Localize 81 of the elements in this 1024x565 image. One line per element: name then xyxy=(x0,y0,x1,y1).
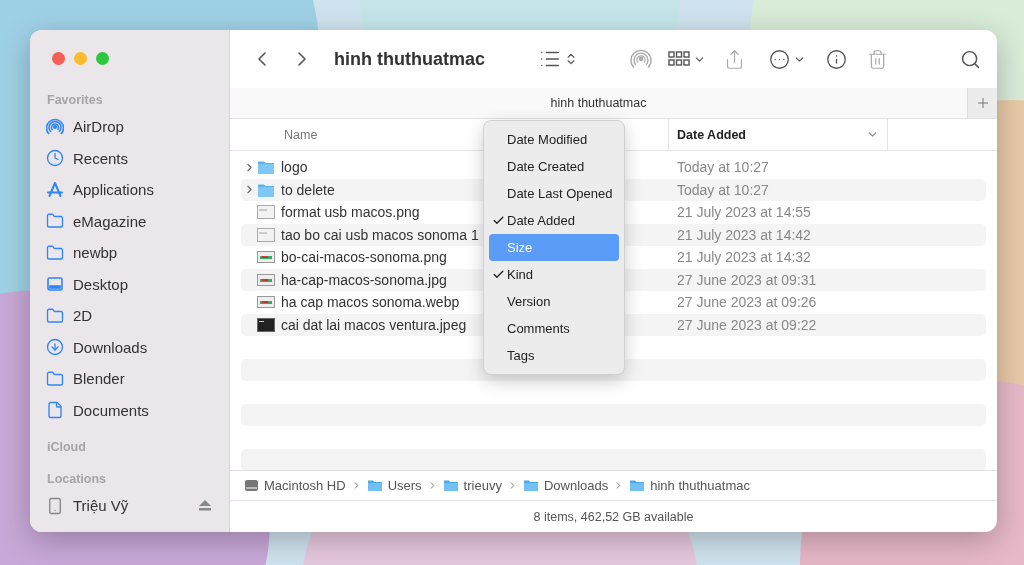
path-item[interactable]: hinh thuthuatmac xyxy=(629,478,750,493)
file-name: tao bo cai usb macos sonoma 1 xyxy=(281,226,479,243)
menu-item[interactable]: Date Added xyxy=(489,207,619,234)
path-item[interactable]: Downloads xyxy=(522,478,609,493)
date-added-cell: 21 July 2023 at 14:32 xyxy=(677,249,811,266)
desktop-icon xyxy=(46,275,64,294)
folder-icon xyxy=(366,479,383,492)
status-bar: 8 items, 462,52 GB available xyxy=(230,500,997,532)
menu-item[interactable]: Date Last Opened xyxy=(489,180,619,207)
date-added-cell: 21 July 2023 at 14:42 xyxy=(677,226,811,243)
folder-icon xyxy=(46,369,64,388)
sidebar-item[interactable]: 2D xyxy=(46,300,219,332)
share-button[interactable] xyxy=(724,48,745,70)
menu-item[interactable]: Tags xyxy=(489,342,619,369)
airdrop-icon xyxy=(46,117,64,136)
file-name: bo-cai-macos-sonoma.png xyxy=(281,249,447,266)
sidebar-item[interactable]: Documents xyxy=(46,394,219,426)
sidebar-item[interactable]: Downloads xyxy=(46,331,219,363)
check-icon xyxy=(492,214,505,227)
trash-button[interactable] xyxy=(867,48,888,70)
document-icon xyxy=(46,401,64,420)
eject-icon[interactable] xyxy=(199,500,211,512)
image-thumbnail-icon xyxy=(257,296,275,309)
path-item[interactable]: trieuvy xyxy=(442,478,502,493)
menu-item[interactable]: Comments xyxy=(489,315,619,342)
image-thumbnail-icon xyxy=(257,251,275,264)
terminal-thumbnail-icon xyxy=(257,317,275,332)
close-button[interactable] xyxy=(52,52,65,65)
search-button[interactable] xyxy=(960,48,981,70)
group-button[interactable] xyxy=(668,50,706,68)
menu-item[interactable]: Kind xyxy=(489,261,619,288)
sidebar-item[interactable]: AirDrop xyxy=(46,111,219,143)
column-header[interactable]: Name xyxy=(284,127,318,142)
file-name: cai dat lai macos ventura.jpeg xyxy=(281,316,467,333)
file-name: logo xyxy=(281,159,308,176)
date-added-cell: 27 June 2023 at 09:31 xyxy=(677,271,817,288)
menu-item[interactable]: Version xyxy=(489,288,619,315)
clock-icon xyxy=(46,149,64,168)
airdrop-button[interactable] xyxy=(630,48,652,70)
file-thumbnail-icon xyxy=(257,205,275,220)
sidebar-section-title: Favorites xyxy=(47,93,104,107)
sidebar-item[interactable]: newbp xyxy=(46,237,219,269)
date-added-cell: 27 June 2023 at 09:22 xyxy=(677,316,817,333)
sidebar-item[interactable]: eMagazine xyxy=(46,205,219,237)
sidebar-section-title: Locations xyxy=(47,472,108,486)
file-name: ha-cap-macos-sonoma.jpg xyxy=(281,271,447,288)
folder-icon xyxy=(522,479,539,492)
applications-icon xyxy=(46,180,64,199)
phone-icon xyxy=(46,496,64,515)
sidebar-section-title: iCloud xyxy=(47,440,87,454)
ellipsis-icon xyxy=(769,48,790,70)
check-icon xyxy=(492,268,505,281)
date-added-cell: 21 July 2023 at 14:55 xyxy=(677,204,811,221)
folder-icon xyxy=(257,159,275,176)
file-name: to delete xyxy=(281,181,335,198)
menu-item[interactable]: Date Modified xyxy=(489,126,619,153)
column-header[interactable]: Date Added xyxy=(668,119,888,150)
sidebar-item[interactable]: Applications xyxy=(46,174,219,206)
folder-icon xyxy=(442,479,459,492)
sidebar-item[interactable]: Triệu Vỹ xyxy=(46,490,219,522)
file-thumbnail-icon xyxy=(257,227,275,242)
date-added-cell: Today at 10:27 xyxy=(677,181,769,198)
download-icon xyxy=(46,338,64,357)
folder-icon xyxy=(46,306,64,325)
folder-icon xyxy=(46,212,64,231)
path-item[interactable]: Macintosh HD xyxy=(244,478,346,493)
more-button[interactable] xyxy=(769,48,806,70)
menu-item[interactable]: Date Created xyxy=(489,153,619,180)
date-added-cell: Today at 10:27 xyxy=(677,159,769,176)
folder-icon xyxy=(46,243,64,262)
sidebar-item[interactable]: Desktop xyxy=(46,268,219,300)
date-added-cell: 27 June 2023 at 09:26 xyxy=(677,294,817,311)
file-name: format usb macos.png xyxy=(281,204,420,221)
sidebar-item[interactable]: Blender xyxy=(46,363,219,395)
sidebar-item[interactable]: Recents xyxy=(46,142,219,174)
path-item[interactable]: Users xyxy=(366,478,422,493)
folder-icon xyxy=(629,479,646,492)
info-button[interactable] xyxy=(826,48,847,70)
file-name: ha cap macos sonoma.webp xyxy=(281,294,460,311)
window-title: hinh thuthuatmac xyxy=(334,48,485,70)
image-thumbnail-icon xyxy=(257,273,275,286)
